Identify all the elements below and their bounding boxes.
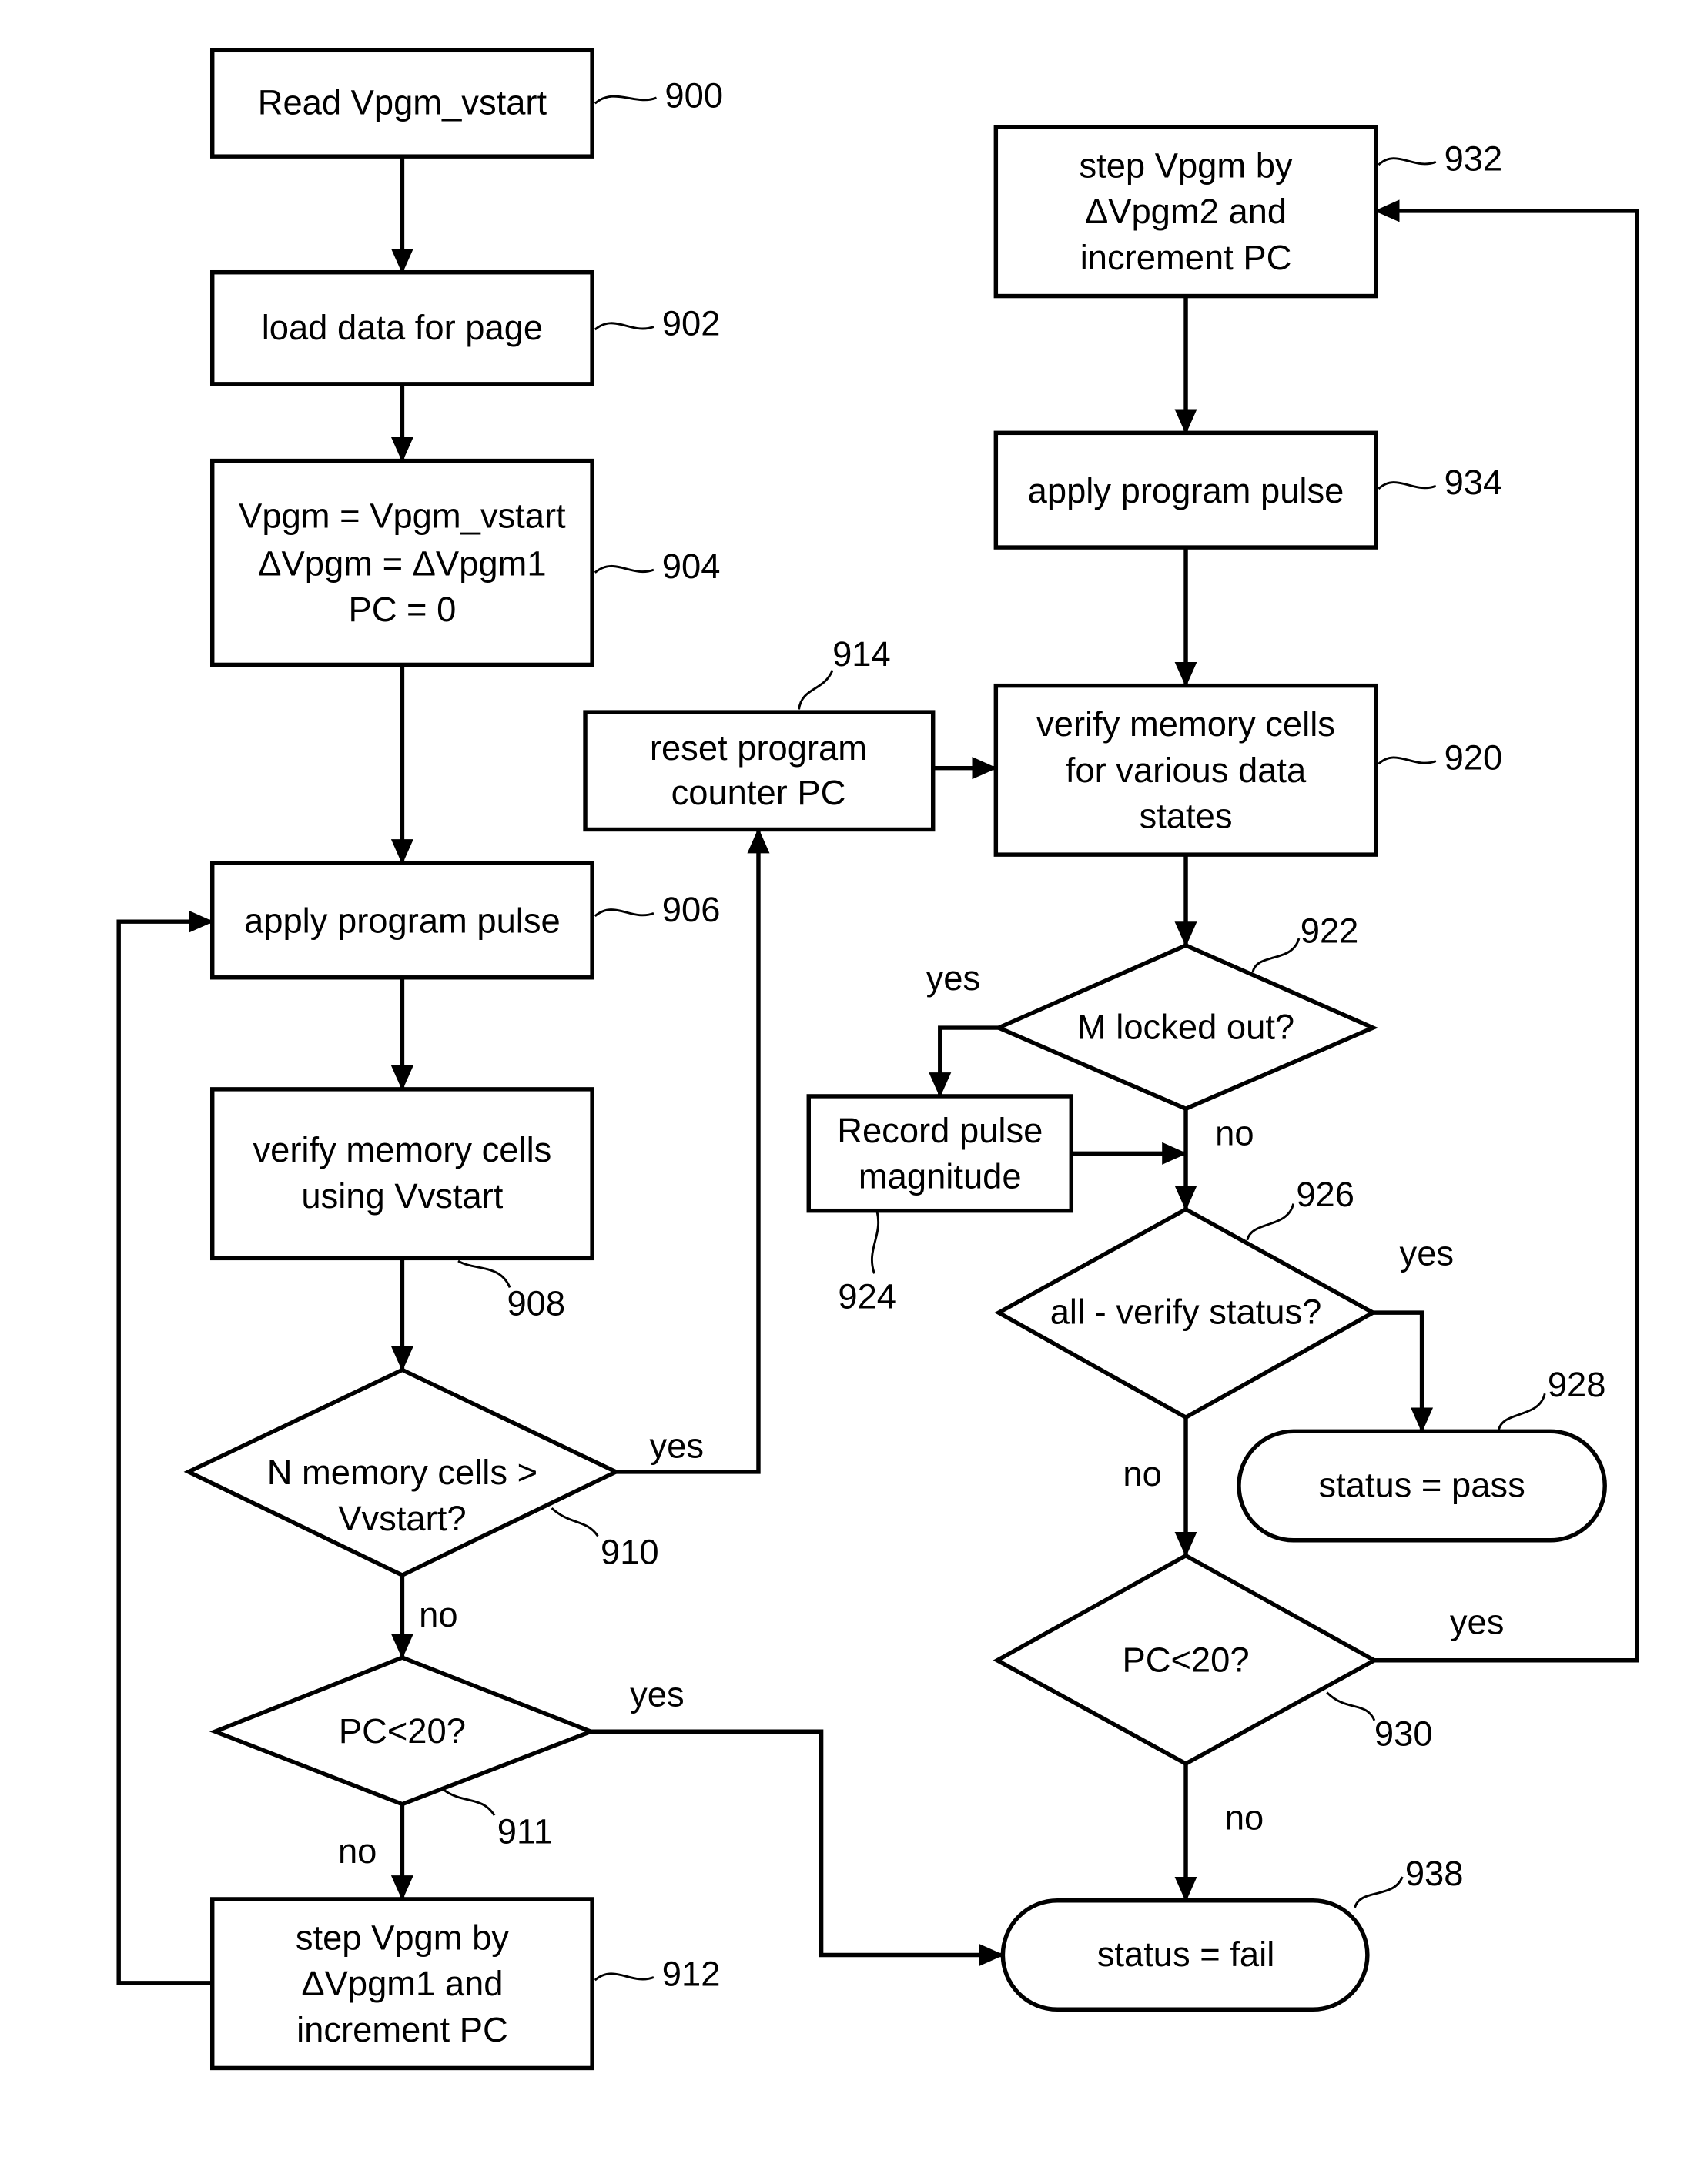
flowchart: Read Vpgm_vstart load data for page Vpgm… — [116, 48, 1639, 2071]
node-932-line3: increment PC — [1080, 238, 1292, 277]
ref-900: 900 — [665, 76, 723, 115]
edge-911-938-yes — [591, 1729, 1005, 1967]
terminal-928-text: status = pass — [1318, 1466, 1525, 1505]
edge-912-906-loop — [116, 910, 214, 1985]
node-908-line1: verify memory cells — [253, 1130, 551, 1169]
label-926-no: no — [1123, 1454, 1161, 1493]
ref-906: 906 — [662, 890, 721, 929]
ref-928: 928 — [1548, 1365, 1606, 1404]
node-934: apply program pulse — [993, 430, 1378, 550]
ref-932: 932 — [1445, 139, 1503, 178]
decision-930-text: PC<20? — [1122, 1640, 1249, 1679]
node-920-line1: verify memory cells — [1036, 704, 1335, 744]
node-908: verify memory cells using Vvstart — [209, 1087, 594, 1261]
ref-924: 924 — [838, 1277, 896, 1316]
label-926-yes: yes — [1400, 1233, 1455, 1273]
edge-922-924-yes — [929, 1025, 999, 1098]
label-910-yes: yes — [649, 1426, 704, 1466]
ref-922: 922 — [1301, 911, 1359, 950]
label-922-no: no — [1215, 1113, 1254, 1152]
ref-914: 914 — [832, 634, 891, 674]
decision-922: M locked out? — [993, 943, 1378, 1112]
node-920-line3: states — [1140, 797, 1233, 836]
ref-912: 912 — [662, 1954, 721, 1993]
node-912-line2: ΔVpgm1 and — [301, 1964, 503, 2003]
decision-911-text: PC<20? — [339, 1711, 466, 1751]
node-914: reset program counter PC — [583, 710, 936, 832]
terminal-928: status = pass — [1237, 1429, 1607, 1543]
node-920: verify memory cells for various data sta… — [993, 683, 1378, 857]
ref-910: 910 — [601, 1533, 659, 1572]
node-904-line1: Vpgm = Vpgm_vstart — [239, 497, 566, 536]
node-924-line2: magnitude — [859, 1157, 1022, 1196]
terminal-938: status = fail — [1000, 1898, 1370, 2012]
ref-908: 908 — [507, 1284, 565, 1323]
node-904-line2: ΔVpgm = ΔVpgm1 — [258, 543, 546, 583]
ref-904: 904 — [662, 547, 721, 586]
decision-910-line2: Vvstart? — [338, 1499, 466, 1538]
edge-926-928-yes — [1373, 1310, 1434, 1433]
node-900: Read Vpgm_vstart — [209, 48, 594, 159]
node-912-line1: step Vpgm by — [296, 1918, 509, 1957]
label-911-no: no — [338, 1831, 377, 1871]
decision-926: all - verify status? — [994, 1206, 1378, 1420]
node-932-line2: ΔVpgm2 and — [1085, 192, 1287, 231]
label-930-no: no — [1225, 1798, 1264, 1837]
decision-911: PC<20? — [209, 1655, 597, 1807]
ref-930: 930 — [1374, 1714, 1433, 1753]
node-912: step Vpgm by ΔVpgm1 and increment PC — [209, 1897, 594, 2071]
node-912-line3: increment PC — [296, 2010, 508, 2049]
terminal-938-text: status = fail — [1097, 1935, 1275, 1974]
node-920-line2: for various data — [1066, 751, 1307, 790]
node-914-line1: reset program — [650, 728, 867, 768]
ref-926: 926 — [1296, 1175, 1354, 1214]
decision-922-text: M locked out? — [1077, 1008, 1294, 1047]
decision-926-text: all - verify status? — [1050, 1293, 1322, 1332]
ref-938: 938 — [1405, 1854, 1464, 1893]
node-902-text: load data for page — [262, 308, 543, 347]
node-914-line2: counter PC — [671, 773, 846, 812]
decision-910: N memory cells > Vvstart? — [183, 1367, 621, 1578]
node-904-line3: PC = 0 — [348, 590, 456, 629]
node-906: apply program pulse — [209, 861, 594, 980]
node-902: load data for page — [209, 269, 594, 386]
ref-934: 934 — [1445, 463, 1503, 502]
ref-902: 902 — [662, 303, 721, 343]
decision-930: PC<20? — [993, 1553, 1379, 1767]
node-906-text: apply program pulse — [244, 901, 561, 941]
label-910-no: no — [419, 1595, 457, 1634]
node-934-text: apply program pulse — [1028, 471, 1344, 510]
node-924: Record pulse magnitude — [806, 1094, 1074, 1213]
label-911-yes: yes — [630, 1675, 685, 1714]
node-908-line2: using Vvstart — [301, 1176, 503, 1216]
node-932: step Vpgm by ΔVpgm2 and increment PC — [993, 125, 1378, 299]
label-922-yes: yes — [926, 958, 981, 998]
ref-920: 920 — [1445, 737, 1503, 777]
node-904: Vpgm = Vpgm_vstart ΔVpgm = ΔVpgm1 PC = 0 — [209, 458, 594, 667]
node-932-line1: step Vpgm by — [1079, 145, 1292, 185]
label-930-yes: yes — [1450, 1602, 1505, 1641]
decision-910-line1: N memory cells > — [267, 1453, 537, 1492]
ref-911: 911 — [497, 1811, 553, 1851]
node-900-text: Read Vpgm_vstart — [258, 83, 547, 122]
node-924-line1: Record pulse — [837, 1111, 1043, 1150]
